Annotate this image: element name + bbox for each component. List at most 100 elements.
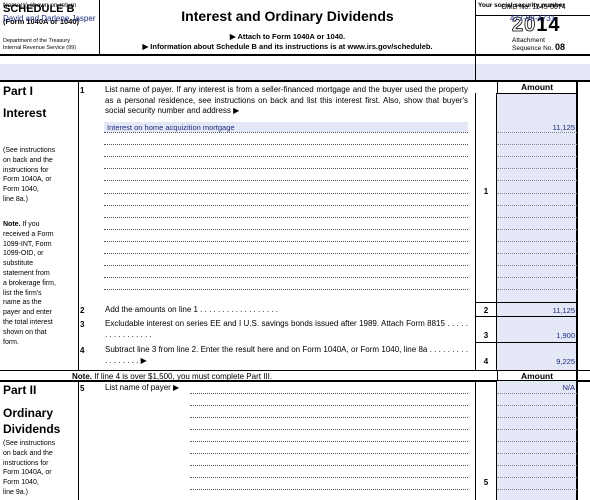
payer-entry-line[interactable] [190,465,468,466]
amount-entry-line[interactable] [497,240,577,242]
payer-entry-line[interactable] [190,417,468,418]
note-line: 1099-INT, Form [3,240,52,248]
part2-side-divider [78,381,79,500]
payer-entry-line[interactable] [190,441,468,442]
side-note-line: (See instructions [3,440,56,447]
line3-text: Excludable interest on series EE and I U… [105,319,468,339]
payer-entry-line[interactable] [104,265,468,267]
payer-entry-line[interactable] [104,289,468,291]
amount-entry-line[interactable] [497,417,577,418]
amount-entry-line[interactable] [497,204,577,206]
side-note-line: (See instructions [3,147,56,154]
note-line: name as the [3,299,42,307]
amount-entry-line[interactable] [497,393,577,394]
sequence-label: Sequence No. [512,45,554,52]
payer-entry-line[interactable] [104,277,468,279]
amount-entry-line[interactable] [497,228,577,230]
amount-entry-line[interactable] [497,429,577,430]
name-field[interactable]: David and Darlene Jasper [3,14,96,23]
payer-entry-line[interactable] [190,477,468,478]
payer-entry-line[interactable] [104,132,468,133]
amount-head-line [497,93,577,94]
note-line: statement from [3,269,50,277]
amount-entry-line[interactable] [497,144,577,146]
side-note-line: Form 1040A, or [3,176,52,184]
side-note-line: line 9a.) [3,488,28,496]
form-title: Interest and Ordinary Dividends [181,8,394,24]
payer-entry-line[interactable] [104,240,468,242]
line4-column-number: 4 [483,357,489,366]
payer-entry-line[interactable] [190,489,468,490]
dept-label: Department of the Treasury Internal Reve… [3,38,99,52]
payer-entry-line[interactable] [104,144,468,146]
line3-amount-field[interactable]: 1,900 [497,331,575,340]
header-divider [0,54,590,56]
line1-number: 1 [80,86,85,95]
side-note-line: instructions for [3,166,49,174]
amount-entry-line[interactable] [497,465,577,466]
line3-column-number: 3 [483,331,489,340]
note-text: If you [20,221,40,228]
part1-amount-column [497,93,577,371]
ssn-label: Your social security number [478,2,565,9]
amount-entry-line[interactable] [497,180,577,182]
payer-entry-line[interactable] [104,192,468,194]
payer-entry-line[interactable] [190,393,468,394]
amount-entry-line[interactable] [497,489,577,490]
line4-text: Subtract line 3 from line 2. Enter the r… [105,345,468,365]
payer1-amount-field[interactable]: 11,125 [497,123,575,132]
payer-entry-line[interactable] [190,453,468,454]
ssn-field[interactable]: 477-98-4731 [475,14,590,23]
note-line: 1099-OID, or [3,250,44,258]
note-first-line: Note. If you [3,220,78,230]
ssn-divider [475,55,476,81]
line5-na-field[interactable]: N/A [497,383,575,392]
part2-subtitle-1: Ordinary [3,406,54,420]
note-bold: Note. [3,221,21,228]
amount-entry-line[interactable] [497,477,577,478]
amount-entry-line[interactable] [497,289,577,291]
line4-amount-field[interactable]: 9,225 [497,357,575,366]
part1-linenum-column [475,93,497,371]
note-line: shown on that [3,328,47,336]
payer1-name-field[interactable]: Interest on home acquizition mortgage [107,123,235,132]
line2-amount-field[interactable]: 11,125 [497,306,575,315]
amount-entry-line[interactable] [497,405,577,406]
amount-entry-line[interactable] [497,253,577,254]
payer-entry-line[interactable] [104,228,468,230]
amount-entry-line[interactable] [497,441,577,442]
part1-note: Note. If you received a Form 1099-INT, F… [3,220,78,347]
dept-line: Department of the Treasury [3,38,70,44]
amount-entry-line[interactable] [497,168,577,170]
payer-entry-line[interactable] [104,156,468,158]
amount-entry-line[interactable] [497,265,577,267]
amount-entry-line[interactable] [497,192,577,194]
side-note-line: Form 1040, [3,479,39,487]
amount-entry-line[interactable] [497,277,577,279]
payer-entry-line[interactable] [104,180,468,182]
side-note-line: line 8a.) [3,195,28,203]
amount-entry-line[interactable] [497,132,577,133]
amount-entry-line[interactable] [497,156,577,158]
side-note-line: Form 1040A, or [3,469,52,477]
part2-title: Part II [3,383,37,397]
payer-entry-line[interactable] [104,216,468,218]
attach-note: ▶ Attach to Form 1040A or 1040. [229,32,346,41]
payer-entry-line[interactable] [104,168,468,170]
sequence-line: Sequence No. 08 [512,43,565,53]
payer-entry-line[interactable] [190,405,468,406]
amount-entry-line[interactable] [497,453,577,454]
line5-number: 5 [80,384,85,393]
note-line: substitute [3,260,33,268]
payer-entry-line[interactable] [190,429,468,430]
cents-column [577,81,590,371]
line5-text: List name of payer ▶ [105,383,180,392]
part2-cents-column [577,370,590,500]
amount-entry-line[interactable] [497,216,577,218]
line2-top-border [475,302,577,303]
payer-entry-line[interactable] [104,204,468,206]
note-line: received a Form [3,230,54,238]
payer-entry-line[interactable] [104,253,468,254]
side-note-line: Form 1040, [3,186,39,194]
line1-text: List name of payer. If any interest is f… [105,85,468,115]
